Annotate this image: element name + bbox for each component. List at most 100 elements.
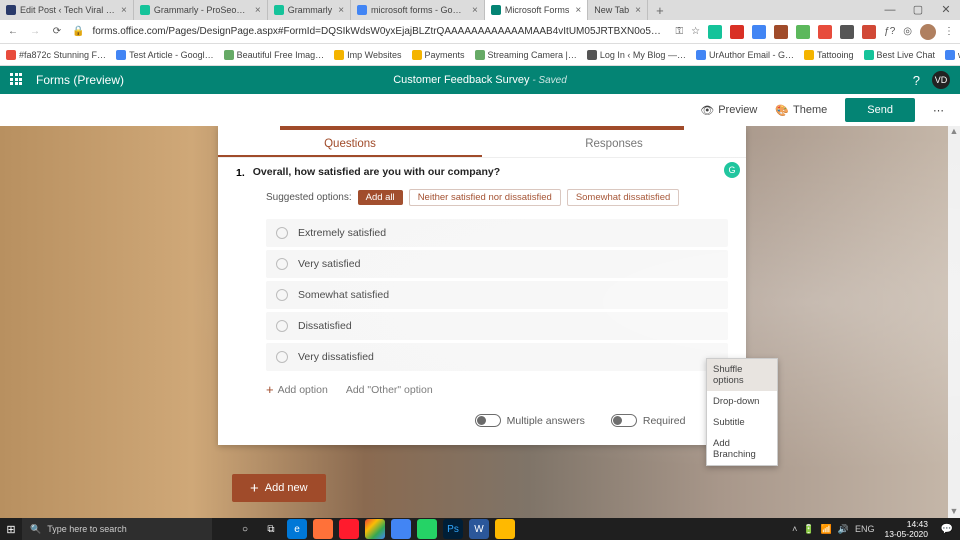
chrome-icon[interactable] xyxy=(365,519,385,539)
chromium-icon[interactable] xyxy=(391,519,411,539)
close-icon[interactable]: × xyxy=(255,5,261,16)
extension-icon[interactable] xyxy=(730,25,744,39)
document-title[interactable]: Customer Feedback Survey - Saved xyxy=(393,74,567,86)
forward-icon[interactable]: → xyxy=(28,26,42,37)
language-indicator[interactable]: ENG xyxy=(855,524,875,534)
browser-tab[interactable]: microsoft forms - Google Se× xyxy=(351,0,485,20)
question-card: Questions Responses 1. Overall, how sati… xyxy=(218,126,746,445)
answer-option[interactable]: Very dissatisfied xyxy=(266,343,728,371)
tab-responses[interactable]: Responses xyxy=(482,130,746,157)
url-field[interactable]: forms.office.com/Pages/DesignPage.aspx#F… xyxy=(92,26,667,37)
bookmark-item[interactable]: #fa872c Stunning F… xyxy=(6,50,106,60)
new-tab-button[interactable]: + xyxy=(648,0,672,20)
extension-icon[interactable] xyxy=(818,25,832,39)
extension-icon[interactable] xyxy=(796,25,810,39)
answer-option[interactable]: Extremely satisfied xyxy=(266,219,728,247)
menu-branching[interactable]: Add Branching xyxy=(707,433,777,465)
wifi-icon[interactable]: 📶 xyxy=(821,524,832,535)
bookmark-item[interactable]: Tattooing xyxy=(804,50,854,60)
kebab-icon[interactable]: ⋮ xyxy=(944,26,954,37)
notifications-icon[interactable]: 💬 xyxy=(937,519,957,539)
user-avatar[interactable]: VD xyxy=(932,71,950,89)
send-button[interactable]: Send xyxy=(845,98,915,122)
browser-tab-strip: Edit Post ‹ Tech Viral — Word× Grammarly… xyxy=(0,0,960,20)
add-new-button[interactable]: +Add new xyxy=(232,474,326,502)
profile-avatar[interactable] xyxy=(920,24,936,40)
theme-button[interactable]: 🎨Theme xyxy=(775,104,827,117)
browser-tab[interactable]: Grammarly - ProSeoTools_× xyxy=(134,0,268,20)
close-icon[interactable]: × xyxy=(338,5,344,16)
bookmark-item[interactable]: www.bootnet.in - G… xyxy=(945,50,960,60)
menu-subtitle[interactable]: Subtitle xyxy=(707,412,777,433)
answer-option[interactable]: Very satisfied xyxy=(266,250,728,278)
bookmark-item[interactable]: Best Live Chat xyxy=(864,50,936,60)
browser-tab[interactable]: Grammarly× xyxy=(268,0,351,20)
extension-icon[interactable] xyxy=(774,25,788,39)
add-option-button[interactable]: +Add option xyxy=(266,384,328,396)
word-icon[interactable]: W xyxy=(469,519,489,539)
scroll-down-icon[interactable]: ▼ xyxy=(948,506,960,518)
bookmark-item[interactable]: Payments xyxy=(412,50,465,60)
photoshop-icon[interactable]: Ps xyxy=(443,519,463,539)
taskbar-search[interactable]: 🔍Type here to search xyxy=(22,518,212,540)
tab-questions[interactable]: Questions xyxy=(218,130,482,157)
key-icon[interactable]: ⚿ xyxy=(676,26,684,37)
question-text[interactable]: Overall, how satisfied are you with our … xyxy=(253,166,500,178)
suggested-pill[interactable]: Neither satisfied nor dissatisfied xyxy=(409,189,561,206)
more-icon[interactable]: ⋯ xyxy=(933,104,946,117)
menu-dropdown[interactable]: Drop-down xyxy=(707,391,777,412)
add-other-button[interactable]: Add "Other" option xyxy=(346,384,433,396)
extension-icon[interactable] xyxy=(752,25,766,39)
maximize-icon[interactable]: ▢ xyxy=(904,0,932,20)
reload-icon[interactable]: ⟳ xyxy=(50,26,64,37)
star-icon[interactable]: ☆ xyxy=(691,26,700,37)
volume-icon[interactable]: 🔊 xyxy=(838,524,849,535)
bookmark-item[interactable]: Test Article - Googl… xyxy=(116,50,214,60)
required-toggle[interactable]: Required xyxy=(611,414,686,427)
bookmark-item[interactable]: Beautiful Free Imag… xyxy=(224,50,325,60)
grammarly-icon[interactable]: G xyxy=(724,162,740,178)
extension-icon[interactable] xyxy=(840,25,854,39)
whatsapp-icon[interactable] xyxy=(417,519,437,539)
cortana-icon[interactable]: ○ xyxy=(235,519,255,539)
taskview-icon[interactable]: ⧉ xyxy=(261,519,281,539)
answer-option[interactable]: Dissatisfied xyxy=(266,312,728,340)
help-icon[interactable]: ? xyxy=(913,73,920,88)
scroll-up-icon[interactable]: ▲ xyxy=(948,126,960,138)
answer-option[interactable]: Somewhat satisfied xyxy=(266,281,728,309)
extension-icon[interactable] xyxy=(862,25,876,39)
bookmark-item[interactable]: Log In ‹ My Blog —… xyxy=(587,50,686,60)
bookmark-item[interactable]: Streaming Camera |… xyxy=(475,50,577,60)
close-icon[interactable]: × xyxy=(472,5,478,16)
app-launcher-icon[interactable] xyxy=(10,73,24,87)
tray-chevron-icon[interactable]: ˄ xyxy=(792,524,797,534)
browser-tab-active[interactable]: Microsoft Forms× xyxy=(485,0,588,20)
add-all-button[interactable]: Add all xyxy=(358,190,403,205)
edge-icon[interactable]: e xyxy=(287,519,307,539)
scrollbar[interactable]: ▲ ▼ xyxy=(948,126,960,518)
opera-icon[interactable] xyxy=(339,519,359,539)
multiple-answers-toggle[interactable]: Multiple answers xyxy=(475,414,585,427)
extension-icon[interactable] xyxy=(708,25,722,39)
browser-tab[interactable]: Edit Post ‹ Tech Viral — Word× xyxy=(0,0,134,20)
menu-shuffle[interactable]: Shuffle options xyxy=(707,359,777,391)
close-icon[interactable]: × xyxy=(635,5,641,16)
preview-button[interactable]: 👁Preview xyxy=(700,104,757,117)
suggested-pill[interactable]: Somewhat dissatisfied xyxy=(567,189,680,206)
back-icon[interactable]: ← xyxy=(6,26,20,37)
firefox-icon[interactable] xyxy=(313,519,333,539)
start-button[interactable]: ⊞ xyxy=(0,523,22,536)
extension-icon[interactable]: ƒ? xyxy=(884,26,895,37)
minimize-icon[interactable]: — xyxy=(876,0,904,20)
bookmark-item[interactable]: Imp Websites xyxy=(334,50,401,60)
extension-icon[interactable]: ◎ xyxy=(903,26,912,37)
system-tray[interactable]: ˄ 🔋 📶 🔊 ENG xyxy=(788,524,878,535)
browser-tab[interactable]: New Tab× xyxy=(588,0,648,20)
close-icon[interactable]: × xyxy=(575,5,581,16)
explorer-icon[interactable] xyxy=(495,519,515,539)
bookmark-item[interactable]: UrAuthor Email - G… xyxy=(696,50,794,60)
close-window-icon[interactable]: ✕ xyxy=(932,0,960,20)
battery-icon[interactable]: 🔋 xyxy=(803,524,814,535)
taskbar-clock[interactable]: 14:4313-05-2020 xyxy=(879,519,934,539)
close-icon[interactable]: × xyxy=(121,5,127,16)
